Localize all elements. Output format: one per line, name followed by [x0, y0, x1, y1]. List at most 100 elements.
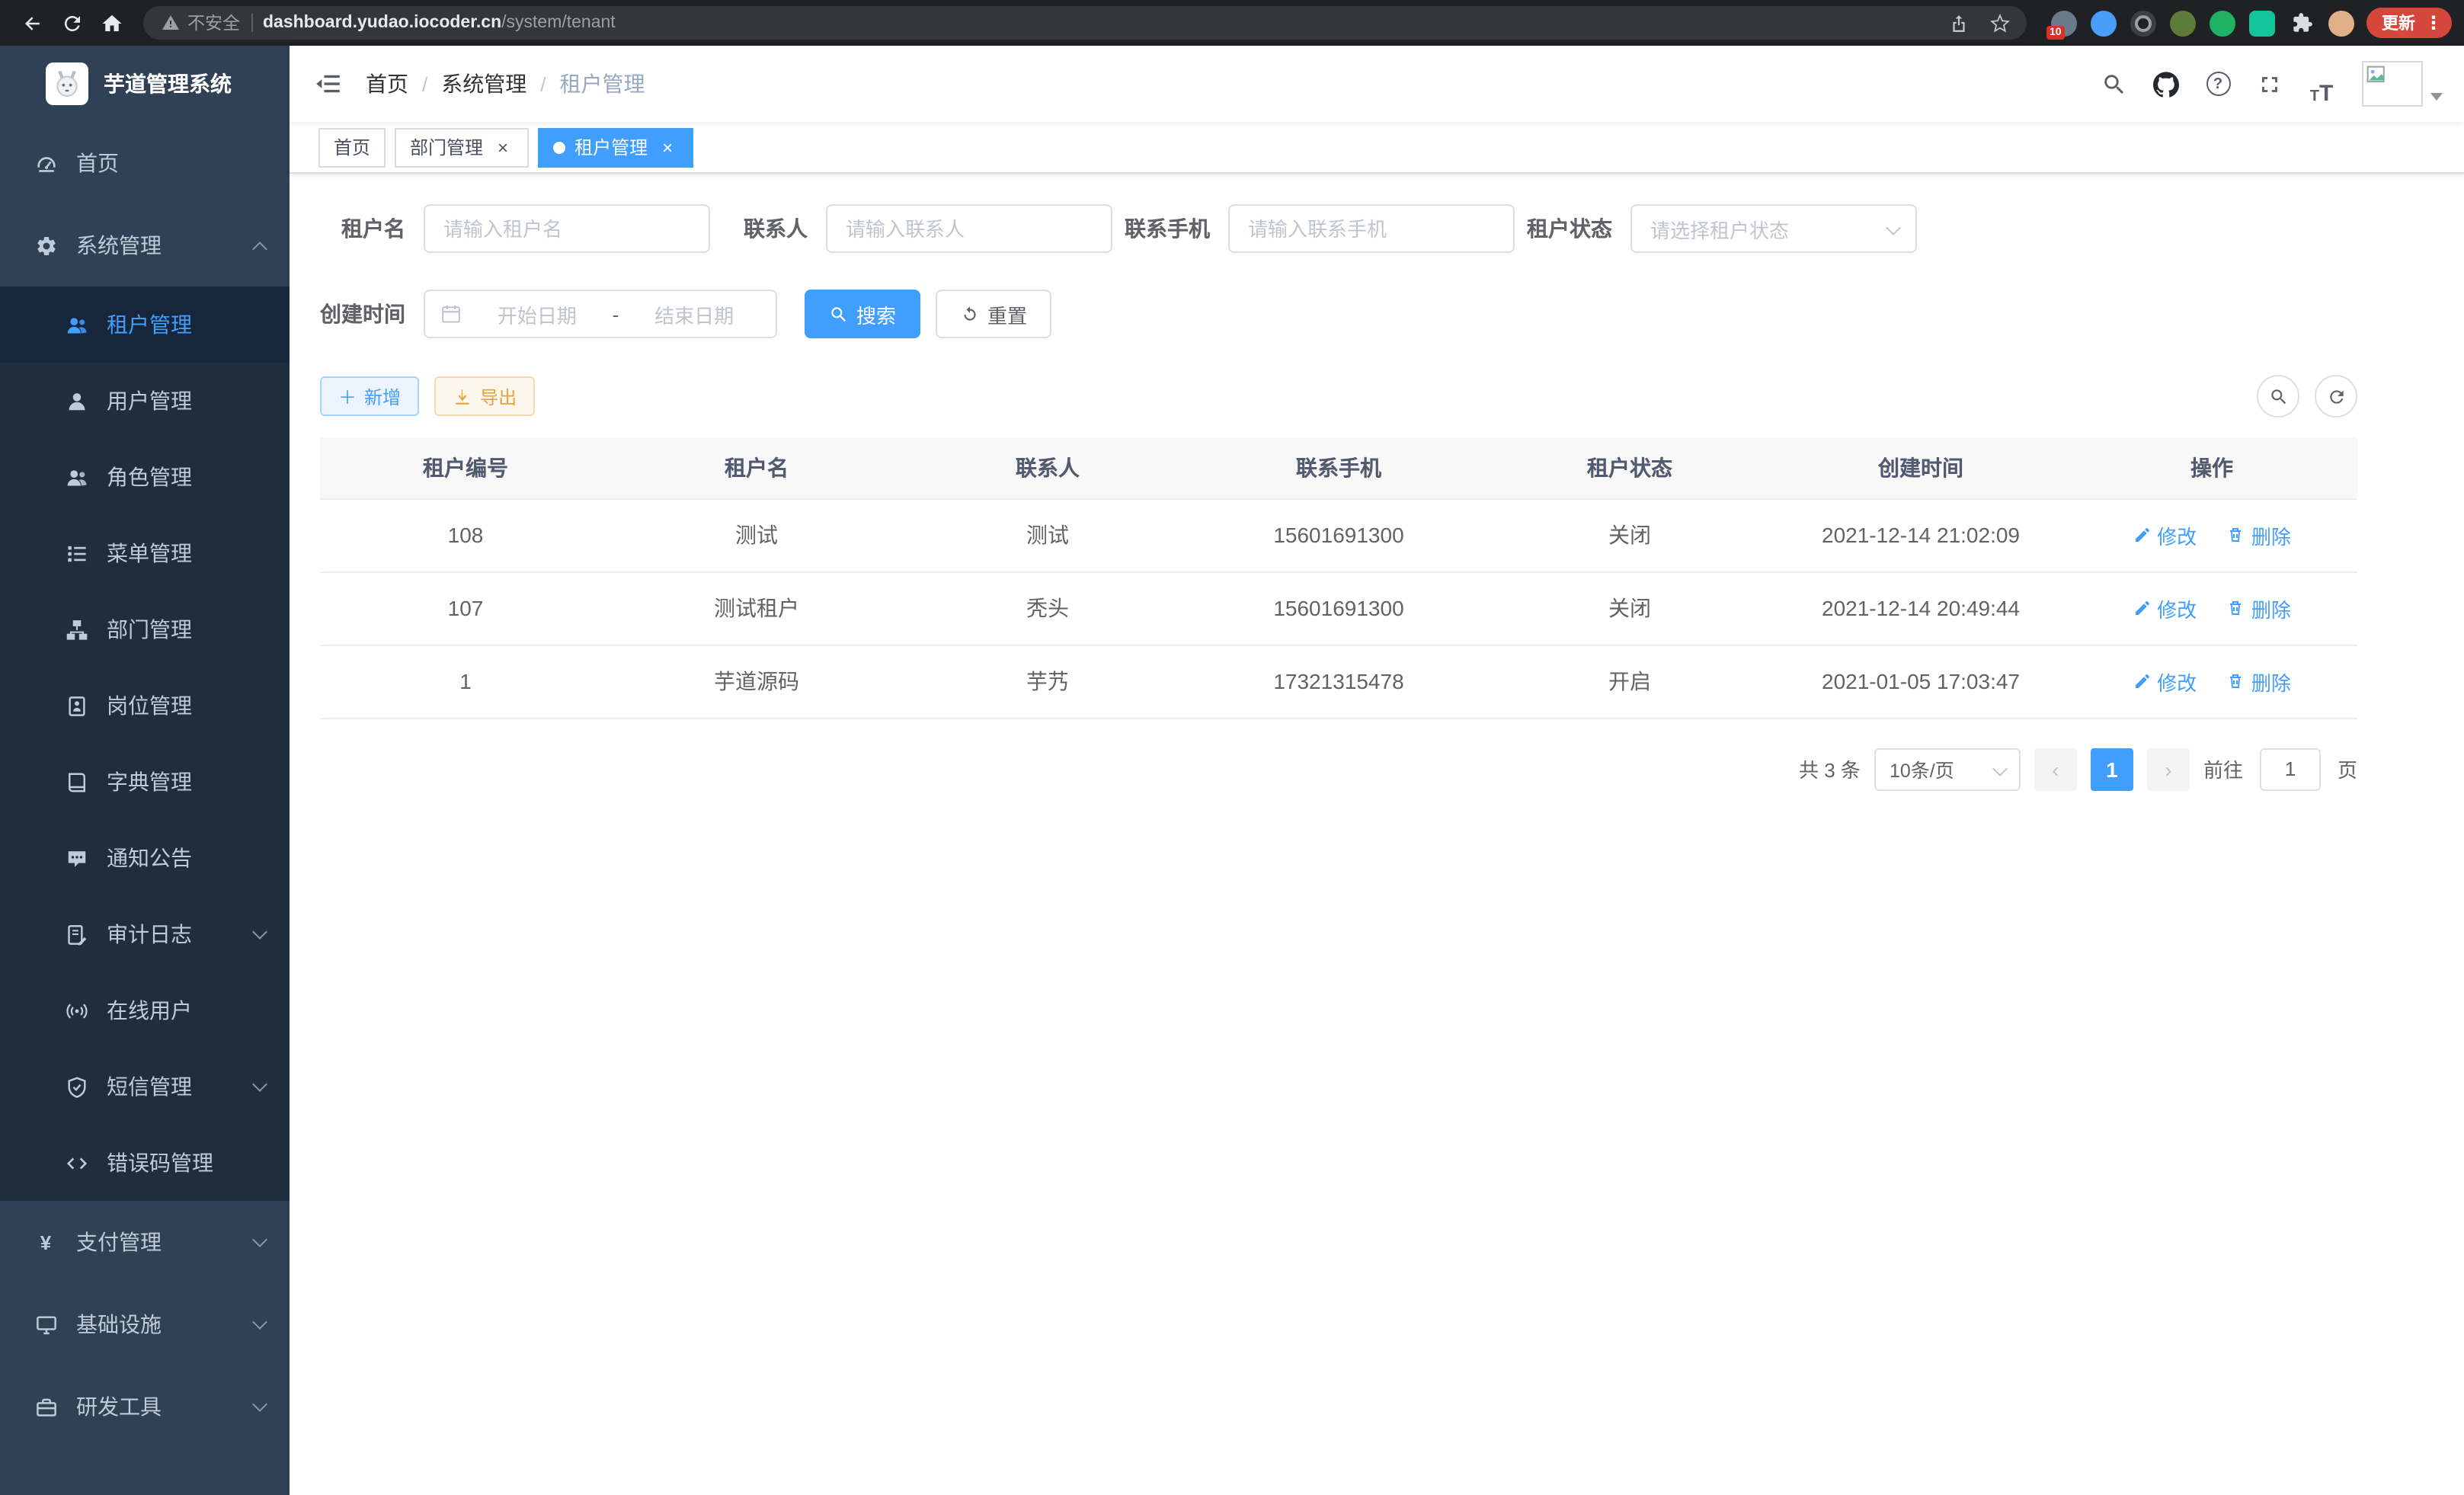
delete-button[interactable]: 删除	[2227, 594, 2291, 623]
browser-toolbar: 不安全 dashboard.yudao.iocoder.cn/system/te…	[0, 0, 2464, 46]
chevron-down-icon	[1992, 760, 2008, 776]
cell-phone: 15601691300	[1193, 498, 1484, 571]
broken-image-icon	[2366, 66, 2386, 85]
sidebar-logo[interactable]: 芋道管理系统	[0, 46, 290, 122]
status-select[interactable]: 请选择租户状态	[1630, 204, 1917, 253]
sidebar-item-label: 角色管理	[107, 462, 192, 492]
search-icon[interactable]	[2094, 63, 2135, 104]
date-start-placeholder: 开始日期	[471, 299, 603, 328]
chevron-down-icon	[252, 1232, 267, 1247]
page-size-select[interactable]: 10条/页	[1874, 748, 2021, 790]
breadcrumb-home[interactable]: 首页	[366, 69, 408, 99]
sidebar-item-audit-log[interactable]: 审计日志	[0, 896, 290, 972]
screen: 不安全 dashboard.yudao.iocoder.cn/system/te…	[0, 0, 2464, 1495]
extension-1-icon[interactable]: 10	[2051, 10, 2077, 36]
edit-button[interactable]: 修改	[2133, 667, 2197, 696]
breadcrumb-system[interactable]: 系统管理	[441, 69, 526, 99]
extension-6-icon[interactable]	[2249, 10, 2275, 36]
prev-page-button[interactable]: ‹	[2034, 748, 2077, 790]
address-bar[interactable]: 不安全 dashboard.yudao.iocoder.cn/system/te…	[143, 6, 2027, 40]
avatar[interactable]	[2362, 61, 2423, 107]
tab-tenant[interactable]: 租户管理 ×	[538, 127, 693, 167]
monitor-icon	[34, 1312, 58, 1337]
profile-avatar-icon[interactable]	[2328, 10, 2354, 36]
cell-contact: 芋艿	[902, 645, 1193, 718]
col-phone: 联系手机	[1193, 437, 1484, 498]
help-icon[interactable]: ?	[2197, 63, 2238, 104]
delete-button[interactable]: 删除	[2227, 520, 2291, 549]
trash-icon	[2227, 526, 2245, 544]
sidebar-item-online-users[interactable]: 在线用户	[0, 972, 290, 1048]
extensions-puzzle-icon[interactable]	[2289, 10, 2315, 36]
sidebar-item-menu[interactable]: 菜单管理	[0, 515, 290, 591]
extension-5-icon[interactable]	[2210, 10, 2235, 36]
sidebar-item-notice[interactable]: 通知公告	[0, 820, 290, 896]
goto-page-input[interactable]	[2260, 748, 2321, 790]
sidebar-item-home[interactable]: 首页	[0, 122, 290, 204]
shield-check-icon	[64, 1074, 88, 1099]
sidebar-item-sms[interactable]: 短信管理	[0, 1048, 290, 1125]
github-icon[interactable]	[2146, 63, 2187, 104]
tab-dept[interactable]: 部门管理 ×	[395, 127, 529, 167]
user-menu[interactable]	[2362, 61, 2443, 107]
tenant-table: 租户编号 租户名 联系人 联系手机 租户状态 创建时间 操作 108 测试 测试…	[320, 437, 2357, 719]
sidebar-item-devtools[interactable]: 研发工具	[0, 1365, 290, 1448]
sidebar-item-infrastructure[interactable]: 基础设施	[0, 1283, 290, 1365]
bookmark-star-icon[interactable]	[1984, 8, 2014, 38]
share-icon[interactable]	[1943, 8, 1973, 38]
reset-button[interactable]: 重置	[936, 290, 1051, 338]
fullscreen-icon[interactable]	[2249, 63, 2290, 104]
sidebar-item-error-code[interactable]: 错误码管理	[0, 1125, 290, 1201]
sidebar-item-user[interactable]: 用户管理	[0, 363, 290, 439]
edit-button[interactable]: 修改	[2133, 594, 2197, 623]
extension-3-icon[interactable]	[2130, 10, 2156, 36]
sidebar-item-post[interactable]: 岗位管理	[0, 667, 290, 744]
cell-status: 开启	[1484, 645, 1775, 718]
cell-id: 107	[320, 571, 611, 645]
browser-update-button[interactable]: 更新 ⋮	[2366, 8, 2452, 38]
cell-status: 关闭	[1484, 571, 1775, 645]
close-icon[interactable]: ×	[492, 136, 514, 158]
refresh-table-icon[interactable]	[2315, 375, 2357, 418]
filter-contact: 联系人	[722, 204, 1112, 253]
sidebar-item-dict[interactable]: 字典管理	[0, 744, 290, 820]
add-button[interactable]: ＋ 新增	[320, 376, 419, 416]
toggle-search-icon[interactable]	[2257, 375, 2299, 418]
home-icon[interactable]	[91, 3, 131, 43]
search-button[interactable]: 搜索	[805, 290, 920, 338]
extension-4-icon[interactable]	[2170, 10, 2196, 36]
security-warning[interactable]: 不安全	[162, 11, 240, 35]
reload-icon[interactable]	[52, 3, 91, 43]
page-number-1[interactable]: 1	[2091, 748, 2133, 790]
next-page-button[interactable]: ›	[2147, 748, 2190, 790]
phone-input[interactable]	[1228, 204, 1515, 253]
sidebar-item-role[interactable]: 角色管理	[0, 439, 290, 515]
sidebar-fold-icon[interactable]	[290, 46, 366, 122]
contact-input[interactable]	[826, 204, 1112, 253]
code-icon	[64, 1151, 88, 1175]
chevron-down-icon	[252, 924, 267, 940]
browser-extensions: 10	[2039, 10, 2366, 36]
close-icon[interactable]: ×	[657, 136, 678, 158]
log-edit-icon	[64, 922, 88, 946]
sidebar-item-payment[interactable]: ¥ 支付管理	[0, 1201, 290, 1283]
delete-button[interactable]: 删除	[2227, 667, 2291, 696]
date-range-picker[interactable]: 开始日期 - 结束日期	[424, 290, 777, 338]
dashboard-icon	[34, 151, 58, 175]
font-size-icon[interactable]: TT	[2301, 63, 2342, 104]
back-icon[interactable]	[12, 3, 52, 43]
sidebar-item-system[interactable]: 系统管理	[0, 204, 290, 287]
filter-row-2: 创建时间 开始日期 - 结束日期 搜索 重置	[320, 290, 2357, 338]
export-button[interactable]: 导出	[434, 376, 535, 416]
sidebar-item-tenant[interactable]: 租户管理	[0, 287, 290, 363]
extension-2-icon[interactable]	[2091, 10, 2117, 36]
edit-icon	[2133, 526, 2151, 544]
sidebar-item-dept[interactable]: 部门管理	[0, 591, 290, 667]
warning-icon	[162, 14, 180, 32]
tenant-name-input[interactable]	[424, 204, 710, 253]
kebab-menu-icon[interactable]: ⋮	[2421, 12, 2443, 34]
url-text[interactable]: dashboard.yudao.iocoder.cn/system/tenant	[263, 14, 616, 32]
sidebar: 芋道管理系统 首页 系统管理 租户管理	[0, 46, 290, 1495]
edit-button[interactable]: 修改	[2133, 520, 2197, 549]
tab-home[interactable]: 首页	[318, 127, 386, 167]
